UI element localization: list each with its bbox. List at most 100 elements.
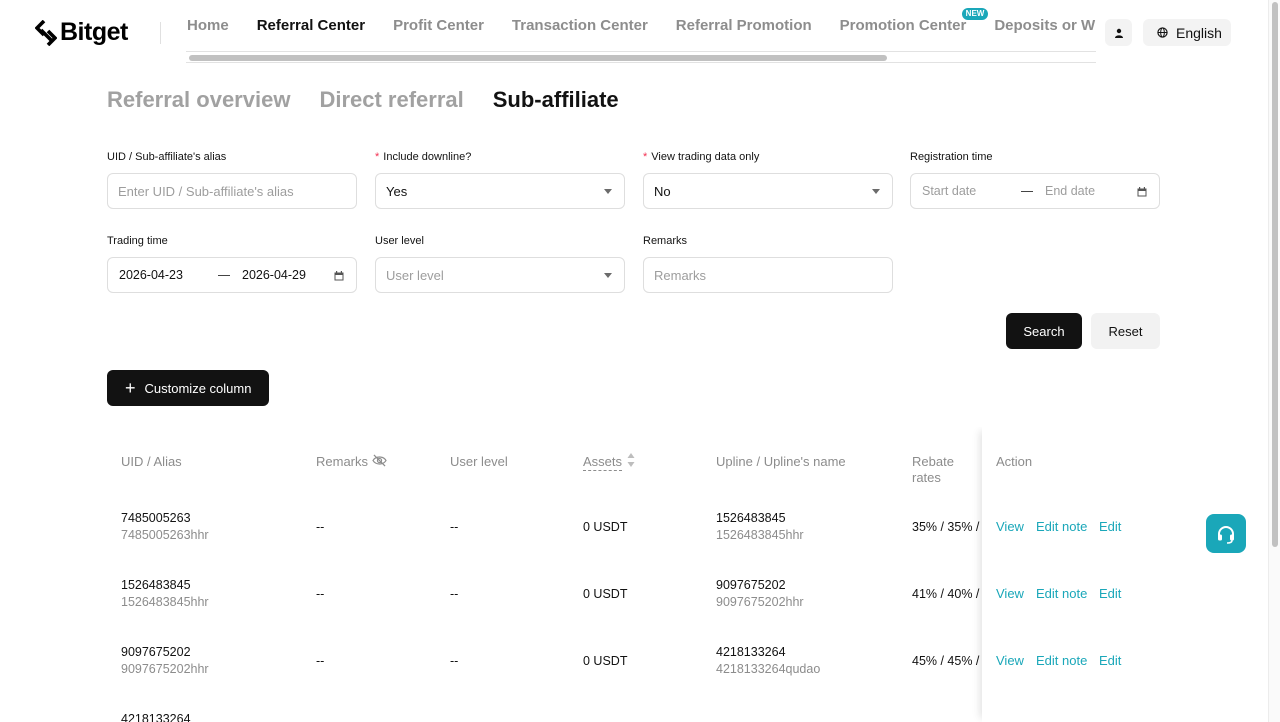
uid-input[interactable]: Enter UID / Sub-affiliate's alias xyxy=(107,173,357,209)
registration-end-date[interactable]: End date xyxy=(1045,184,1138,198)
edit-link[interactable]: Edit xyxy=(1099,519,1121,534)
column-header-rebate: Rebate rates xyxy=(912,454,954,485)
caret-down-icon xyxy=(604,189,612,194)
language-button[interactable]: English xyxy=(1143,19,1231,46)
remarks-value: -- xyxy=(316,520,325,534)
column-header-remarks: Remarks xyxy=(316,454,369,469)
edit-note-link[interactable]: Edit note xyxy=(1036,519,1087,534)
sort-icon[interactable] xyxy=(627,452,635,468)
nav-transaction-center[interactable]: Transaction Center xyxy=(512,17,648,35)
remarks-value: -- xyxy=(316,654,325,668)
nav-promotion-center-label: Promotion Center xyxy=(839,17,967,34)
search-button[interactable]: Search xyxy=(1006,313,1082,349)
registration-date-range[interactable]: Start date End date xyxy=(910,173,1160,209)
view-link[interactable]: View xyxy=(996,519,1024,534)
tab-direct-referral[interactable]: Direct referral xyxy=(319,86,463,114)
date-range-dash xyxy=(218,274,230,276)
headset-icon xyxy=(1218,525,1234,544)
nav-profit-center[interactable]: Profit Center xyxy=(393,17,484,35)
customize-column-button[interactable]: + Customize column xyxy=(107,370,269,406)
uid-value: 9097675202 xyxy=(121,645,191,659)
remarks-placeholder: Remarks xyxy=(654,267,707,283)
bitget-logo[interactable]: Bitget xyxy=(35,18,128,47)
remarks-value: -- xyxy=(316,587,325,601)
user-button[interactable] xyxy=(1105,19,1132,46)
upline-value: 1526483845 xyxy=(716,511,786,525)
edit-note-link[interactable]: Edit note xyxy=(1036,653,1087,668)
upline-name-value: 9097675202hhr xyxy=(716,595,804,609)
edit-link[interactable]: Edit xyxy=(1099,653,1121,668)
column-header-action: Action xyxy=(996,454,1033,469)
new-badge: NEW xyxy=(961,8,989,20)
user-level-value: -- xyxy=(450,587,459,601)
nav-referral-promotion[interactable]: Referral Promotion xyxy=(676,17,812,35)
customize-column-label: Customize column xyxy=(144,380,252,396)
include-downline-value: Yes xyxy=(386,183,408,199)
remarks-input[interactable]: Remarks xyxy=(643,257,893,293)
nav-deposits-withdrawals[interactable]: Deposits or Withdrawals xyxy=(994,17,1096,35)
calendar-icon xyxy=(334,271,344,281)
logo-text: Bitget xyxy=(60,18,128,46)
trading-date-range[interactable]: 2026-04-23 2026-04-29 xyxy=(107,257,357,293)
upline-cell: 4218133264 4218133264qudao xyxy=(716,644,820,678)
alias-value: 7485005263hhr xyxy=(121,528,209,542)
user-icon xyxy=(1114,28,1123,38)
caret-down-icon xyxy=(604,273,612,278)
tab-sub-affiliate[interactable]: Sub-affiliate xyxy=(493,86,619,114)
bitget-logo-icon xyxy=(35,19,57,46)
edit-note-link[interactable]: Edit note xyxy=(1036,586,1087,601)
include-downline-select[interactable]: Yes xyxy=(375,173,625,209)
view-link[interactable]: View xyxy=(996,586,1024,601)
column-header-user-level: User level xyxy=(450,454,508,469)
edit-link[interactable]: Edit xyxy=(1099,586,1121,601)
upline-name-value: 1526483845hhr xyxy=(716,528,804,542)
subtab-bar: Referral overview Direct referral Sub-af… xyxy=(107,86,648,114)
page-scrollbar-thumb[interactable] xyxy=(1272,2,1278,547)
uid-value: 1526483845 xyxy=(121,578,191,592)
uid-label: UID / Sub-affiliate's alias xyxy=(107,151,227,163)
support-chat-button[interactable] xyxy=(1206,514,1246,553)
registration-time-label: Registration time xyxy=(910,151,993,163)
nav-home[interactable]: Home xyxy=(187,17,229,35)
uid-value: 7485005263 xyxy=(121,511,191,525)
language-label: English xyxy=(1176,24,1222,41)
view-link[interactable]: View xyxy=(996,653,1024,668)
reset-button[interactable]: Reset xyxy=(1091,313,1160,349)
user-level-value: -- xyxy=(450,520,459,534)
nav-scrollbar[interactable] xyxy=(186,51,1096,63)
assets-value: 0 USDT xyxy=(583,587,628,601)
page-scrollbar[interactable] xyxy=(1268,0,1280,722)
upline-name-value: 4218133264qudao xyxy=(716,662,821,676)
upline-value: 4218133264 xyxy=(716,645,786,659)
include-downline-label: * Include downline? xyxy=(375,150,471,164)
upline-cell: 9097675202 9097675202hhr xyxy=(716,577,804,611)
assets-value: 0 USDT xyxy=(583,520,628,534)
rebate-value: 41% / 40% / 40% xyxy=(912,587,982,601)
trading-only-label-text: View trading data only xyxy=(651,151,760,163)
column-header-upline: Upline / Upline's name xyxy=(716,454,846,469)
user-level-select[interactable]: User level xyxy=(375,257,625,293)
trading-start-date[interactable]: 2026-04-23 xyxy=(119,268,212,282)
nav-referral-center[interactable]: Referral Center xyxy=(257,17,365,35)
rebate-value: 35% / 35% / 35% xyxy=(912,520,982,534)
eye-off-icon[interactable] xyxy=(372,454,387,467)
required-mark: * xyxy=(643,151,648,163)
user-level-placeholder: User level xyxy=(386,267,444,283)
table-row-uid: 1526483845 1526483845hhr xyxy=(121,577,209,611)
alias-value: 9097675202hhr xyxy=(121,662,209,676)
column-header-assets[interactable]: Assets xyxy=(583,454,623,471)
nav-scrollbar-thumb[interactable] xyxy=(189,55,887,61)
registration-start-date[interactable]: Start date xyxy=(922,184,1015,198)
table-row-uid: 4218133264 xyxy=(121,711,191,722)
tab-referral-overview[interactable]: Referral overview xyxy=(107,86,290,114)
user-level-label: User level xyxy=(375,235,424,247)
alias-value: 1526483845hhr xyxy=(121,595,209,609)
nav-promotion-center[interactable]: Promotion Center NEW xyxy=(839,8,989,35)
caret-down-icon xyxy=(872,189,880,194)
trading-end-date[interactable]: 2026-04-29 xyxy=(242,268,335,282)
trading-only-value: No xyxy=(654,183,671,199)
column-header-uid: UID / Alias xyxy=(121,454,182,469)
upline-cell: 1526483845 1526483845hhr xyxy=(716,510,804,544)
trading-only-select[interactable]: No xyxy=(643,173,893,209)
calendar-icon xyxy=(1137,187,1147,197)
